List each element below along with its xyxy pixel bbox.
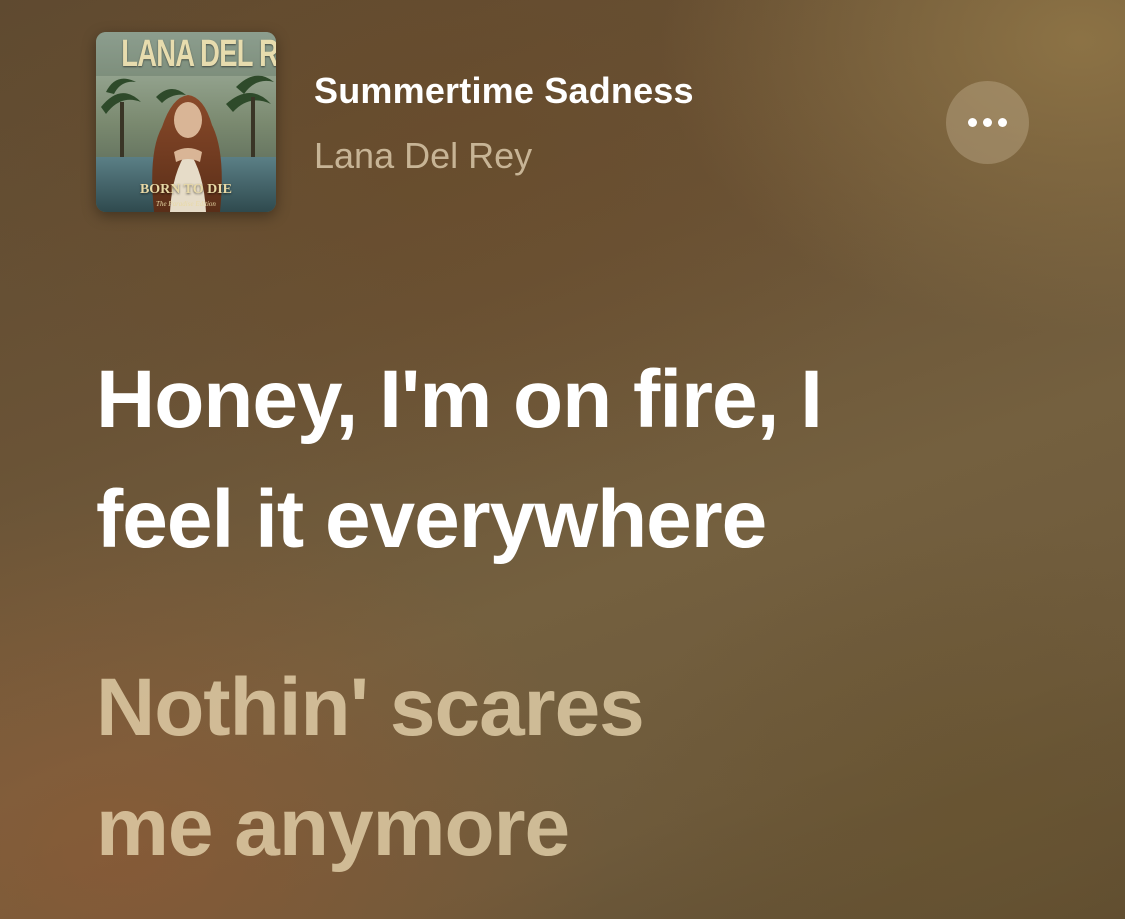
lyric-line-active[interactable]: Honey, I'm on fire, I feel it everywhere [96, 340, 1056, 580]
more-options-button[interactable] [946, 81, 1029, 164]
track-artist[interactable]: Lana Del Rey [314, 135, 532, 177]
album-cover-edition-text: The Paradise Edition [156, 200, 216, 208]
lyrics-view: Honey, I'm on fire, I feel it everywhere… [96, 340, 1056, 888]
track-title[interactable]: Summertime Sadness [314, 70, 694, 112]
lyric-line-next[interactable]: Nothin' scares me anymore [96, 648, 1056, 888]
album-artwork[interactable]: LANA DEL REY BORN TO DIE The Paradise Ed… [96, 32, 276, 212]
album-cover-title-text: BORN TO DIE [139, 182, 233, 197]
album-cover-artist-text: LANA DEL REY [121, 33, 276, 75]
ellipsis-icon [968, 118, 1007, 127]
now-playing-header: LANA DEL REY BORN TO DIE The Paradise Ed… [96, 32, 1036, 212]
